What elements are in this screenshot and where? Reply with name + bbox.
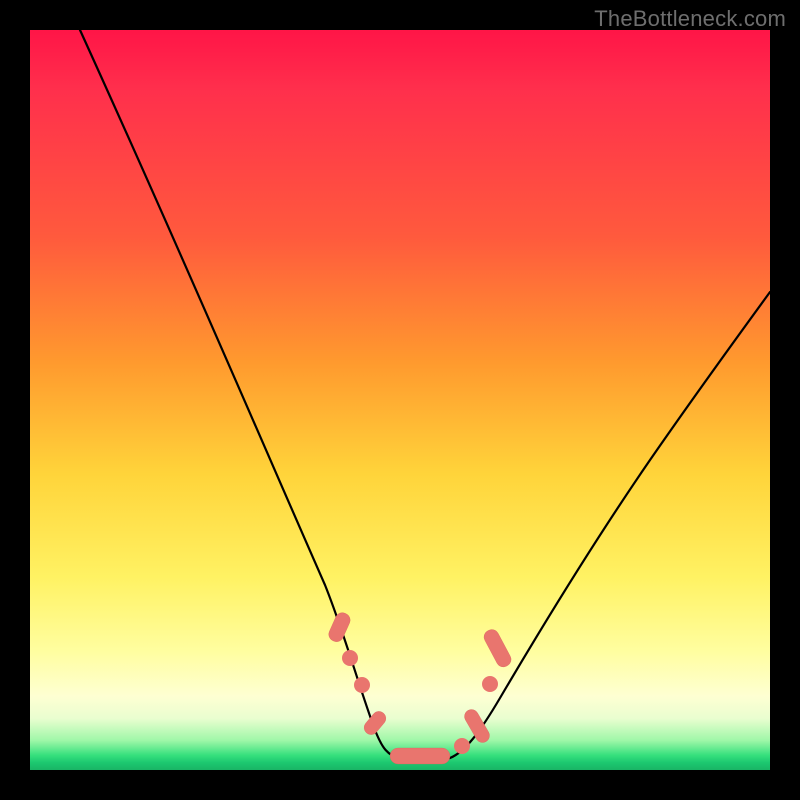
plot-area	[30, 30, 770, 770]
curves-svg	[30, 30, 770, 770]
chart-frame: TheBottleneck.com	[0, 0, 800, 800]
marker-group	[327, 610, 514, 764]
right-curve	[450, 292, 770, 758]
left-curve	[80, 30, 400, 758]
watermark-text: TheBottleneck.com	[594, 6, 786, 32]
